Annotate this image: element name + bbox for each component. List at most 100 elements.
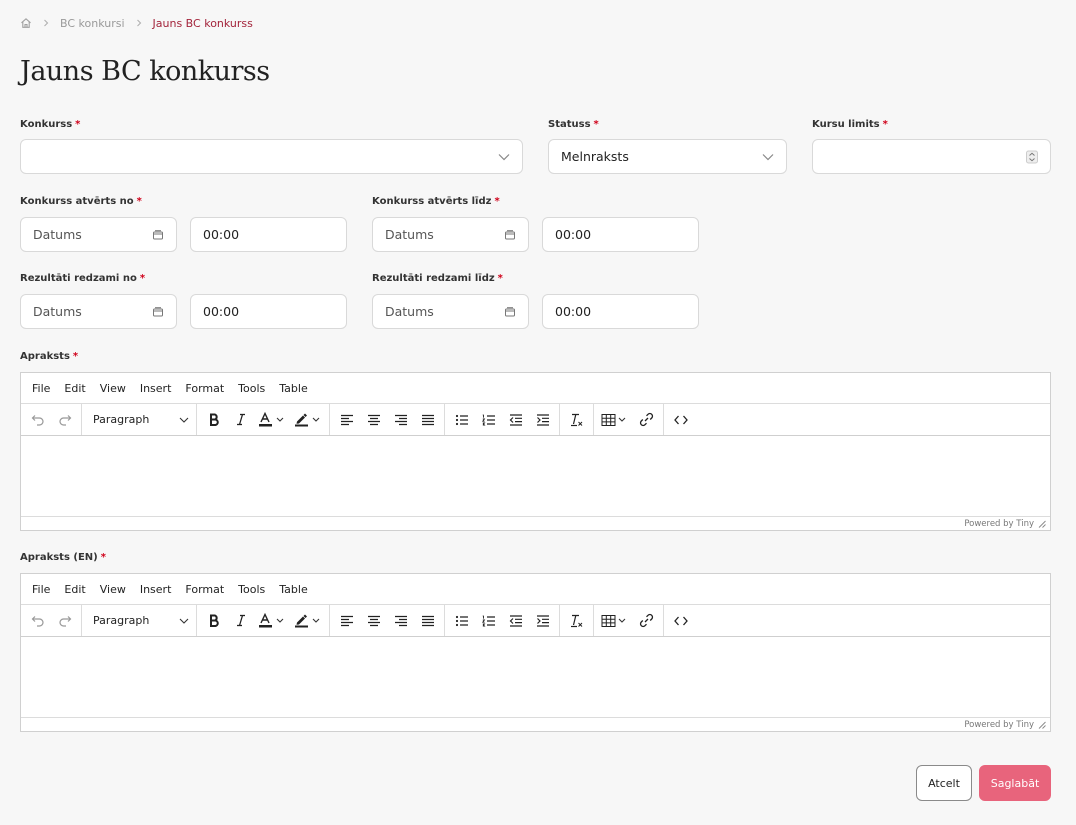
- numbered-list-icon[interactable]: [475, 407, 502, 433]
- menu-table[interactable]: Table: [272, 583, 314, 596]
- highlight-color-icon[interactable]: [290, 608, 326, 634]
- rezultati-lidz-time-input[interactable]: 00:00: [542, 294, 699, 329]
- menu-insert[interactable]: Insert: [133, 583, 179, 596]
- resize-handle-icon[interactable]: [1038, 520, 1046, 528]
- atverts-no-label: Konkurss atvērts no *: [20, 196, 142, 207]
- align-right-icon[interactable]: [387, 608, 414, 634]
- align-left-icon[interactable]: [333, 608, 360, 634]
- align-right-icon[interactable]: [387, 407, 414, 433]
- kursu-limits-input[interactable]: [812, 139, 1051, 174]
- clear-formatting-icon[interactable]: [563, 608, 590, 634]
- toolbar-group-text: [197, 605, 330, 636]
- table-icon[interactable]: [597, 608, 633, 634]
- chevron-right-icon: [43, 19, 49, 27]
- redo-icon[interactable]: [51, 608, 78, 634]
- source-code-icon[interactable]: [667, 407, 694, 433]
- statuss-label: Statuss *: [548, 119, 599, 130]
- atverts-lidz-label: Konkurss atvērts līdz *: [372, 196, 500, 207]
- align-center-icon[interactable]: [360, 608, 387, 634]
- powered-by-tiny-link[interactable]: Powered by Tiny: [964, 720, 1034, 730]
- editor-toolbar: Paragraph: [21, 605, 1050, 637]
- resize-handle-icon[interactable]: [1038, 721, 1046, 729]
- toolbar-group-format: Paragraph: [82, 404, 197, 435]
- toolbar-group-format: Paragraph: [82, 605, 197, 636]
- menu-file[interactable]: File: [25, 583, 57, 596]
- link-icon[interactable]: [633, 407, 660, 433]
- numbered-list-icon[interactable]: [475, 608, 502, 634]
- breadcrumb: BC konkursi Jauns BC konkurss: [20, 14, 253, 32]
- undo-icon[interactable]: [24, 407, 51, 433]
- breadcrumb-link-bc-konkursi[interactable]: BC konkursi: [60, 17, 125, 30]
- toolbar-group-align: [330, 404, 445, 435]
- menu-edit[interactable]: Edit: [57, 382, 92, 395]
- block-format-select[interactable]: Paragraph: [85, 608, 193, 634]
- bold-icon[interactable]: [200, 608, 227, 634]
- text-color-icon[interactable]: [254, 407, 290, 433]
- editor-content-area[interactable]: [21, 436, 1050, 516]
- rezultati-lidz-date-input[interactable]: Datums: [372, 294, 529, 329]
- toolbar-group-clear: [560, 605, 594, 636]
- rezultati-no-time-input[interactable]: 00:00: [190, 294, 347, 329]
- editor-content-area[interactable]: [21, 637, 1050, 717]
- menu-insert[interactable]: Insert: [133, 382, 179, 395]
- atverts-no-time-input[interactable]: 00:00: [190, 217, 347, 252]
- source-code-icon[interactable]: [667, 608, 694, 634]
- apraksts-en-label: Apraksts (EN) *: [20, 552, 106, 563]
- calendar-icon: [504, 306, 516, 317]
- undo-icon[interactable]: [24, 608, 51, 634]
- align-justify-icon[interactable]: [414, 407, 441, 433]
- italic-icon[interactable]: [227, 608, 254, 634]
- bullet-list-icon[interactable]: [448, 608, 475, 634]
- text-color-icon[interactable]: [254, 608, 290, 634]
- menu-format[interactable]: Format: [178, 583, 231, 596]
- clear-formatting-icon[interactable]: [563, 407, 590, 433]
- powered-by-tiny-link[interactable]: Powered by Tiny: [964, 519, 1034, 529]
- menu-tools[interactable]: Tools: [231, 382, 272, 395]
- indent-icon[interactable]: [529, 407, 556, 433]
- menu-table[interactable]: Table: [272, 382, 314, 395]
- cancel-button[interactable]: Atcelt: [916, 765, 972, 801]
- menu-file[interactable]: File: [25, 382, 57, 395]
- menu-format[interactable]: Format: [178, 382, 231, 395]
- menu-view[interactable]: View: [93, 583, 133, 596]
- bullet-list-icon[interactable]: [448, 407, 475, 433]
- redo-icon[interactable]: [51, 407, 78, 433]
- atverts-lidz-time-input[interactable]: 00:00: [542, 217, 699, 252]
- indent-icon[interactable]: [529, 608, 556, 634]
- table-icon[interactable]: [597, 407, 633, 433]
- page-title: Jauns BC konkurss: [20, 56, 270, 87]
- home-icon[interactable]: [20, 17, 32, 29]
- italic-icon[interactable]: [227, 407, 254, 433]
- menu-view[interactable]: View: [93, 382, 133, 395]
- align-left-icon[interactable]: [333, 407, 360, 433]
- toolbar-group-lists: [445, 605, 560, 636]
- editor-menubar: File Edit View Insert Format Tools Table: [21, 574, 1050, 605]
- save-button[interactable]: Saglabāt: [979, 765, 1051, 801]
- statuss-select[interactable]: Melnraksts: [548, 139, 787, 174]
- chevron-down-icon: [179, 413, 189, 426]
- chevron-down-icon: [498, 153, 510, 160]
- kursu-limits-label: Kursu limits *: [812, 119, 888, 130]
- number-spinner-icon[interactable]: [1026, 150, 1038, 163]
- atverts-no-date-input[interactable]: Datums: [20, 217, 177, 252]
- konkurss-select[interactable]: [20, 139, 523, 174]
- link-icon[interactable]: [633, 608, 660, 634]
- toolbar-group-text: [197, 404, 330, 435]
- toolbar-group-history: [21, 605, 82, 636]
- outdent-icon[interactable]: [502, 608, 529, 634]
- apraksts-en-editor: File Edit View Insert Format Tools Table…: [20, 573, 1051, 732]
- outdent-icon[interactable]: [502, 407, 529, 433]
- calendar-icon: [504, 229, 516, 240]
- highlight-color-icon[interactable]: [290, 407, 326, 433]
- editor-statusbar: Powered by Tiny: [21, 717, 1050, 731]
- rezultati-no-date-input[interactable]: Datums: [20, 294, 177, 329]
- align-justify-icon[interactable]: [414, 608, 441, 634]
- atverts-lidz-date-input[interactable]: Datums: [372, 217, 529, 252]
- menu-edit[interactable]: Edit: [57, 583, 92, 596]
- bold-icon[interactable]: [200, 407, 227, 433]
- chevron-down-icon: [179, 614, 189, 627]
- menu-tools[interactable]: Tools: [231, 583, 272, 596]
- block-format-select[interactable]: Paragraph: [85, 407, 193, 433]
- align-center-icon[interactable]: [360, 407, 387, 433]
- chevron-right-icon: [136, 19, 142, 27]
